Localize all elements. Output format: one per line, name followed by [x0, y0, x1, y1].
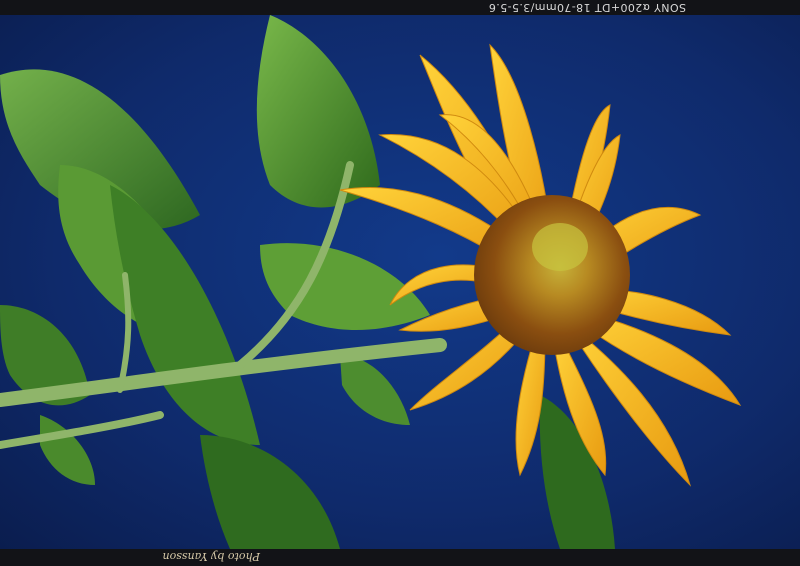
photo-frame: SONY α200+DT 18-70mm/3.5-5.6 Photo by Ya…: [0, 0, 800, 566]
sunflower-center: [474, 195, 630, 355]
sunflower-photo: [0, 15, 800, 549]
sunflower-center-highlight: [532, 223, 588, 271]
photo-credit: Photo by Yansson: [162, 550, 260, 563]
sunflower-scene: [0, 15, 800, 549]
camera-caption: SONY α200+DT 18-70mm/3.5-5.6: [488, 1, 687, 14]
